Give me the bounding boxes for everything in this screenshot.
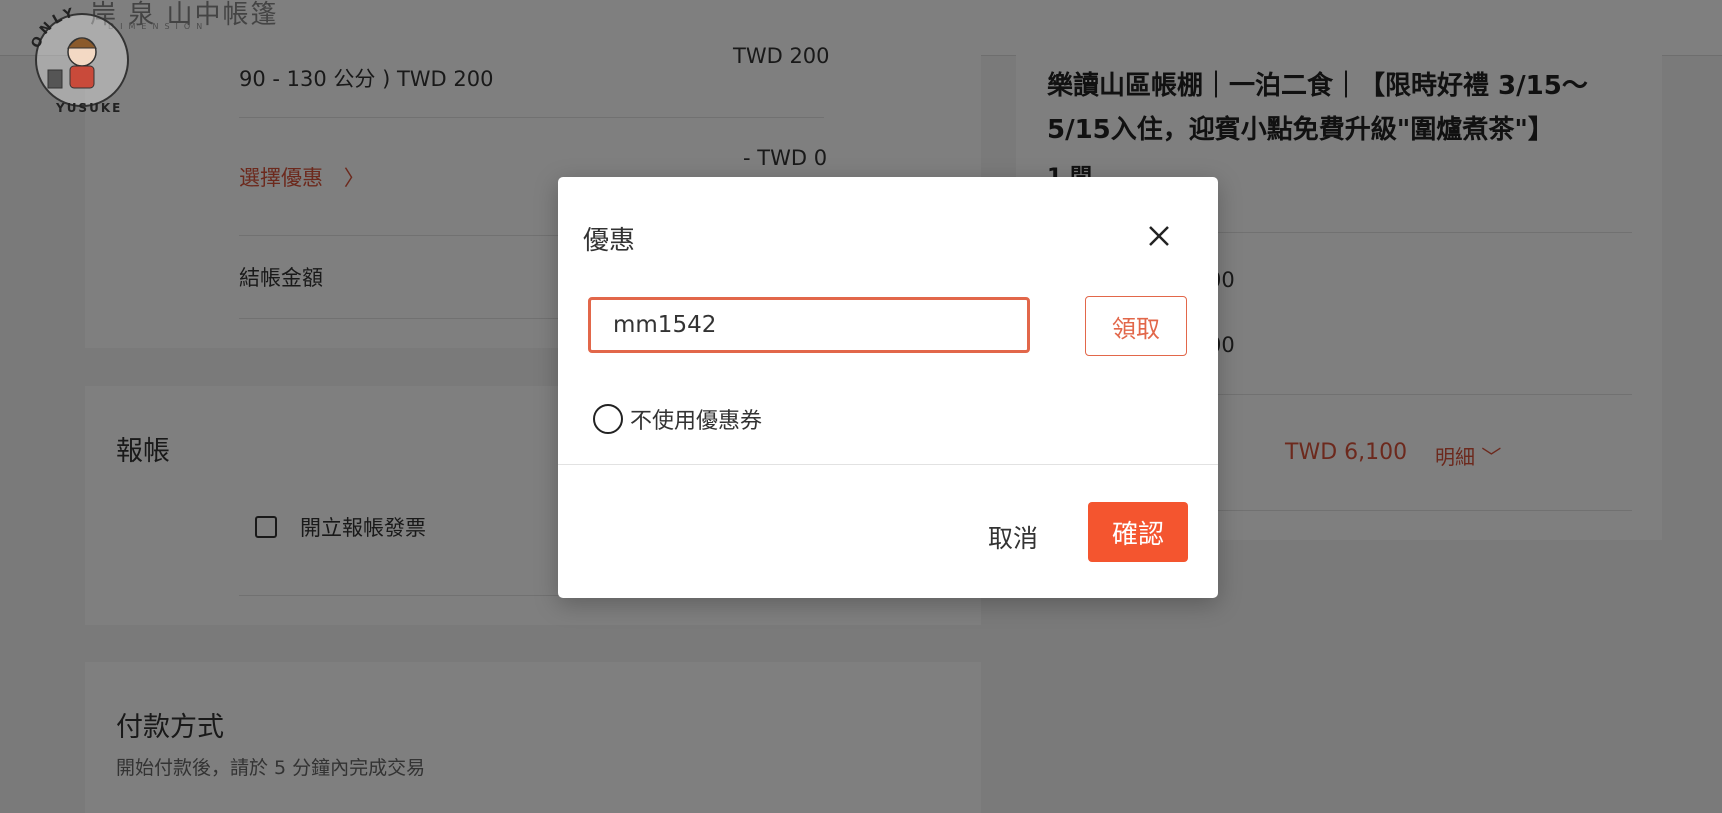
coupon-dialog: 優惠 領取 不使用優惠券 取消 確認 bbox=[558, 177, 1218, 598]
claim-coupon-button[interactable]: 領取 bbox=[1085, 296, 1187, 356]
watermark-bottom-text: YUSUKE bbox=[55, 101, 122, 115]
no-coupon-label: 不使用優惠券 bbox=[630, 409, 763, 434]
yusuke-watermark-logo: ONLY YUSUKE bbox=[29, 5, 129, 115]
cancel-button[interactable]: 取消 bbox=[978, 517, 1048, 557]
coupon-code-input[interactable] bbox=[588, 297, 1030, 353]
confirm-button[interactable]: 確認 bbox=[1088, 502, 1188, 562]
no-coupon-option[interactable]: 不使用優惠券 bbox=[593, 402, 762, 436]
dialog-divider bbox=[558, 464, 1218, 465]
close-icon[interactable] bbox=[1142, 219, 1176, 253]
dialog-title: 優惠 bbox=[583, 226, 636, 256]
radio-unchecked-icon[interactable] bbox=[593, 404, 623, 434]
